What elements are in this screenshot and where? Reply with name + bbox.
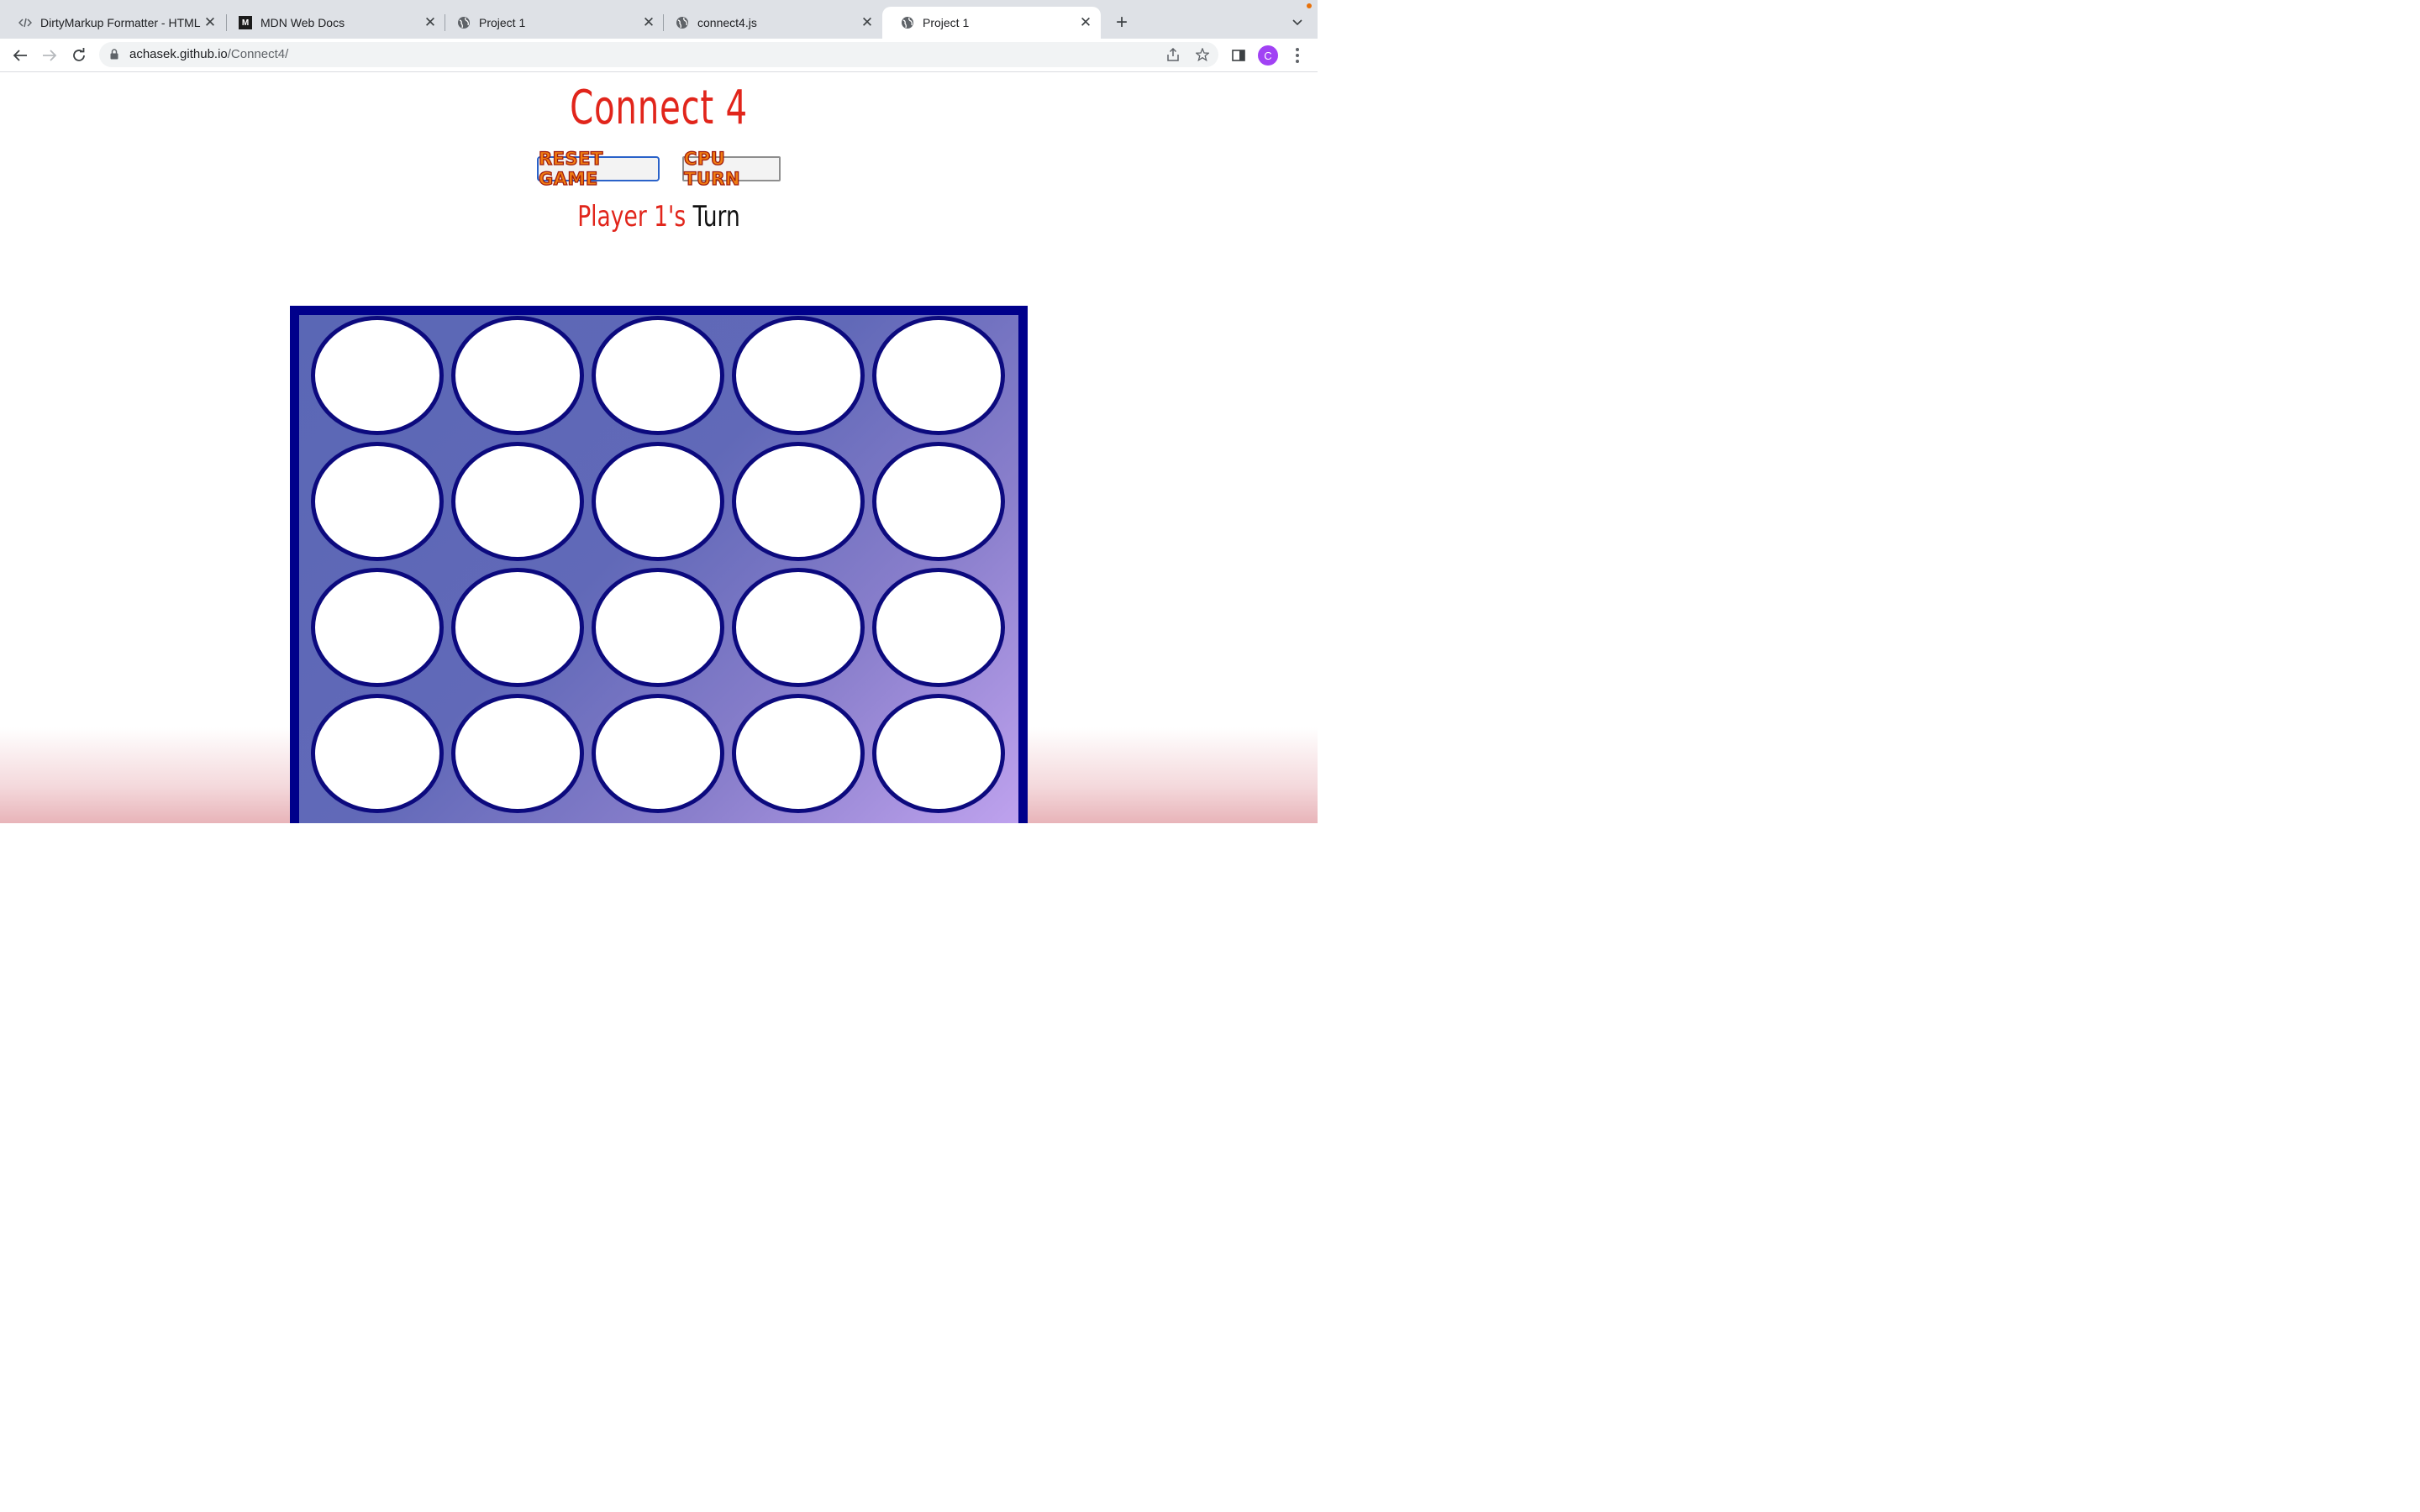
board-slot-r4-c1[interactable] xyxy=(311,694,444,813)
tab-project-1[interactable]: Project 1 ✕ xyxy=(439,7,664,39)
share-icon[interactable] xyxy=(1165,46,1181,63)
tab-title: Project 1 xyxy=(479,16,526,29)
board-slot-r3-c1[interactable] xyxy=(311,568,444,687)
tab-strip: DirtyMarkup Formatter - HTML ✕ M MDN Web… xyxy=(0,0,1318,39)
browser-menu-icon[interactable] xyxy=(1288,45,1307,66)
close-icon[interactable]: ✕ xyxy=(859,14,876,31)
browser-toolbar: achasek.github.io/Connect4/ C xyxy=(0,39,1318,72)
tab-dirtymarkup[interactable]: DirtyMarkup Formatter - HTML ✕ xyxy=(0,7,225,39)
side-panel-icon[interactable] xyxy=(1228,45,1249,66)
board-slot-r1-c2[interactable] xyxy=(451,316,584,435)
reload-button[interactable] xyxy=(69,45,89,66)
board-slot-r2-c3[interactable] xyxy=(592,442,724,561)
game-board xyxy=(290,306,1028,823)
board-slot-r4-c5[interactable] xyxy=(872,694,1005,813)
reset-game-button[interactable]: RESET GAME xyxy=(537,148,660,190)
board-slot-r3-c3[interactable] xyxy=(592,568,724,687)
globe-icon xyxy=(457,16,471,29)
cpu-turn-button[interactable]: CPU TURN xyxy=(682,148,781,190)
tab-title: MDN Web Docs xyxy=(260,16,345,29)
close-icon[interactable]: ✕ xyxy=(422,14,439,31)
lock-icon[interactable] xyxy=(110,49,118,64)
board-slot-r3-c5[interactable] xyxy=(872,568,1005,687)
tab-title: DirtyMarkup Formatter - HTML xyxy=(40,16,201,29)
globe-icon xyxy=(676,16,689,29)
code-icon xyxy=(18,16,32,29)
back-button[interactable] xyxy=(10,45,30,66)
board-slot-r3-c2[interactable] xyxy=(451,568,584,687)
turn-indicator: Player 1's Turn xyxy=(145,200,1172,234)
url-text: achasek.github.io/Connect4/ xyxy=(129,47,288,61)
new-tab-button[interactable]: + xyxy=(1111,13,1133,34)
board-slot-r1-c5[interactable] xyxy=(872,316,1005,435)
board-slot-r2-c4[interactable] xyxy=(732,442,865,561)
board-slot-r4-c3[interactable] xyxy=(592,694,724,813)
page-content: Connect 4 RESET GAME CPU TURN Player 1's… xyxy=(0,72,1318,823)
board-slot-r4-c2[interactable] xyxy=(451,694,584,813)
bookmark-star-icon[interactable] xyxy=(1194,46,1211,63)
tab-search-chevron-icon[interactable] xyxy=(1289,14,1306,31)
board-slot-r3-c4[interactable] xyxy=(732,568,865,687)
mdn-icon: M xyxy=(239,16,252,29)
board-slot-r4-c4[interactable] xyxy=(732,694,865,813)
board-slot-r2-c2[interactable] xyxy=(451,442,584,561)
address-bar[interactable]: achasek.github.io/Connect4/ xyxy=(99,42,1218,67)
close-icon[interactable]: ✕ xyxy=(202,14,218,31)
board-slot-r1-c4[interactable] xyxy=(732,316,865,435)
tab-project-1-active[interactable]: Project 1 ✕ xyxy=(882,7,1101,39)
close-icon[interactable]: ✕ xyxy=(1077,14,1094,31)
turn-label: Turn xyxy=(692,200,740,234)
board-slot-r1-c3[interactable] xyxy=(592,316,724,435)
close-icon[interactable]: ✕ xyxy=(640,14,657,31)
tab-mdn[interactable]: M MDN Web Docs ✕ xyxy=(220,7,445,39)
tab-title: Project 1 xyxy=(923,16,970,29)
tab-connect4-js[interactable]: connect4.js ✕ xyxy=(657,7,882,39)
board-slot-r2-c5[interactable] xyxy=(872,442,1005,561)
turn-player: Player 1's xyxy=(577,200,687,234)
game-title: Connect 4 xyxy=(570,81,748,135)
update-indicator-dot xyxy=(1307,3,1312,8)
board-slot-r1-c1[interactable] xyxy=(311,316,444,435)
globe-icon xyxy=(901,16,914,29)
profile-avatar[interactable]: C xyxy=(1258,45,1278,66)
tab-title: connect4.js xyxy=(697,16,757,29)
board-slot-r2-c1[interactable] xyxy=(311,442,444,561)
url-host: achasek.github.io xyxy=(129,47,228,61)
url-path: /Connect4/ xyxy=(227,47,289,61)
forward-button[interactable] xyxy=(39,45,60,66)
